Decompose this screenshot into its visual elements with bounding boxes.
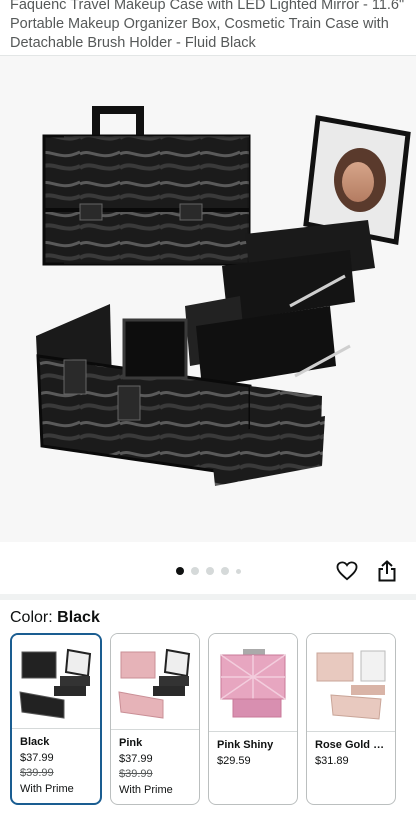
swatch-prime-badge: With Prime (119, 783, 173, 796)
gallery-dot[interactable] (235, 568, 241, 574)
color-label: Color: Black (10, 609, 100, 627)
swatch-name: Pink Shiny (217, 739, 274, 751)
gallery-dot[interactable] (205, 567, 214, 575)
swatch-pink-shiny[interactable]: Pink Shiny $29.59 (208, 633, 298, 805)
color-swatches: Black $37.99 $39.99 With Prime Pink $37.… (10, 633, 396, 805)
marble-train-case-photo (36, 106, 411, 486)
swatch-rose-gold[interactable]: Rose Gold S... $31.89 (306, 633, 396, 805)
swatch-list-price: $39.99 (20, 767, 54, 779)
train-case-thumbnail-icon (316, 650, 386, 720)
train-case-thumbnail-icon (118, 648, 191, 719)
swatch-thumbnail (307, 634, 395, 732)
train-case-thumbnail-icon (220, 648, 286, 717)
swatch-name: Pink (119, 737, 143, 749)
wishlist-button[interactable] (333, 557, 361, 585)
swatch-price: $37.99 (119, 752, 153, 765)
swatch-price: $37.99 (20, 751, 54, 764)
swatch-price: $31.89 (315, 754, 349, 767)
gallery-dot[interactable] (190, 567, 199, 575)
share-icon (378, 560, 396, 582)
swatch-pink[interactable]: Pink $37.99 $39.99 With Prime (110, 633, 200, 805)
train-case-thumbnail-icon (19, 648, 92, 719)
swatch-price: $29.59 (217, 754, 251, 767)
section-divider (0, 594, 416, 600)
swatch-prime-badge: With Prime (20, 782, 74, 795)
swatch-list-price: $39.99 (119, 768, 153, 780)
product-title: Faquenc Travel Makeup Case with LED Ligh… (10, 0, 405, 51)
selected-color-name: Black (57, 609, 100, 626)
swatch-thumbnail (209, 634, 297, 732)
swatch-thumbnail (12, 635, 100, 729)
color-label-text: Color: (10, 609, 53, 626)
swatch-black[interactable]: Black $37.99 $39.99 With Prime (10, 633, 102, 805)
gallery-dot[interactable] (220, 567, 229, 575)
swatch-thumbnail (111, 634, 199, 730)
share-button[interactable] (373, 557, 401, 585)
heart-icon (336, 561, 358, 581)
swatch-name: Rose Gold S... (315, 739, 387, 751)
product-image[interactable] (0, 56, 416, 542)
swatch-name: Black (20, 736, 50, 748)
gallery-dot[interactable] (175, 567, 184, 575)
